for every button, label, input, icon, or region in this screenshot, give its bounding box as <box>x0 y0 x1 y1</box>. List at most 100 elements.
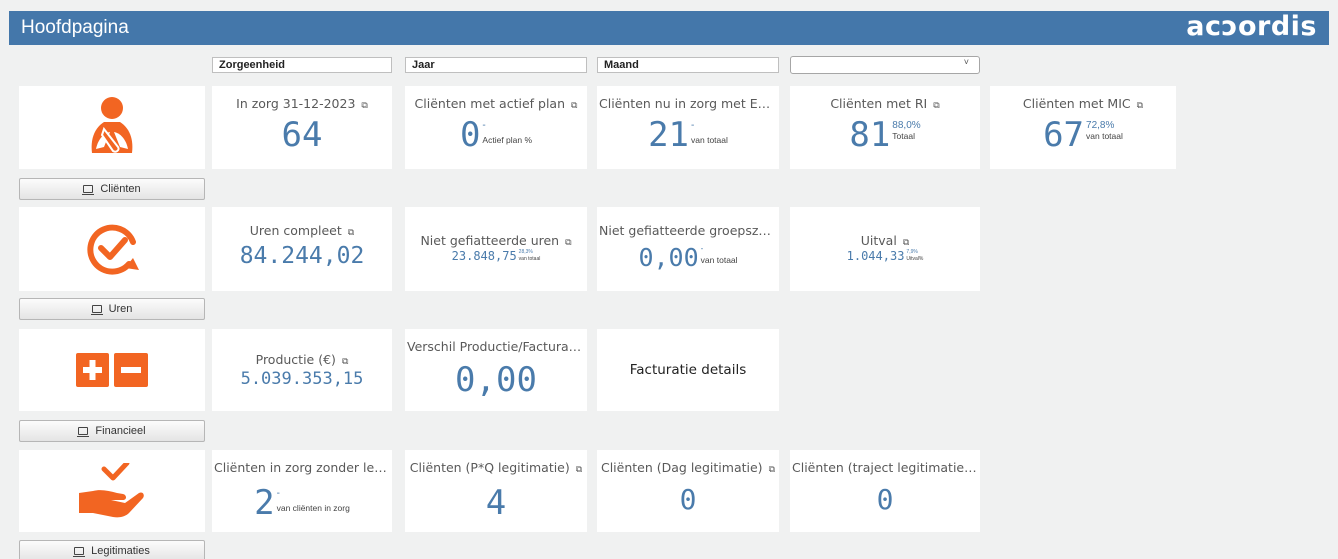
kpi-value: 0,00 <box>455 360 537 400</box>
external-link-icon[interactable]: ⧉ <box>342 357 348 367</box>
kpi-evaluatie[interactable]: Cliënten nu in zorg met Evalua... 21 - va… <box>597 86 779 169</box>
button-label: Financieel <box>95 425 146 437</box>
legitimaties-icon-card <box>19 450 205 532</box>
financieel-nav-button[interactable]: Financieel <box>19 420 205 442</box>
kpi-value: 0 <box>876 483 894 516</box>
kpi-title: Cliënten met MIC <box>1022 96 1131 111</box>
page-title: Hoofdpagina <box>21 17 129 38</box>
kpi-label: van totaal <box>700 254 738 265</box>
kpi-traject-legitimatie[interactable]: Cliënten (traject legitimatie)⧉ 0 <box>790 450 980 532</box>
kpi-title: In zorg 31-12-2023 <box>236 96 356 111</box>
external-link-icon[interactable]: ⧉ <box>571 101 577 111</box>
external-link-icon[interactable]: ⧉ <box>769 465 775 475</box>
kpi-label: van totaal <box>518 255 541 262</box>
kpi-dag-legitimatie[interactable]: Cliënten (Dag legitimatie) ⧉ 0 <box>597 450 779 532</box>
chevron-down-icon: ˅ <box>963 57 969 67</box>
kpi-title: Uitval <box>860 233 897 248</box>
sheet-icon <box>77 427 90 437</box>
filter-label: Maand <box>604 59 639 71</box>
accordis-logo: acɔordis <box>1186 11 1317 42</box>
kpi-pct: - <box>482 120 486 131</box>
kpi-value: 64 <box>281 115 323 155</box>
uren-icon-card <box>19 207 205 291</box>
kpi-value: 5.039.353,15 <box>240 369 364 389</box>
kpi-title: Verschil Productie/Facturatie ... <box>407 339 587 354</box>
kpi-value: 67 <box>1043 115 1085 155</box>
kpi-pct: - <box>276 488 280 499</box>
kpi-uitval[interactable]: Uitval ⧉ 1.044,33 7,9% Uitval% <box>790 207 980 291</box>
kpi-title: Cliënten met RI <box>830 96 928 111</box>
sheet-icon <box>73 547 86 557</box>
kpi-value: 0 <box>679 483 697 516</box>
legitimaties-nav-button[interactable]: Legitimaties <box>19 540 205 559</box>
external-link-icon[interactable]: ⧉ <box>576 465 582 475</box>
clienten-nav-button[interactable]: Cliënten <box>19 178 205 200</box>
facturatie-details-card[interactable]: Facturatie details <box>597 329 779 411</box>
filter-label: Jaar <box>412 59 435 71</box>
kpi-niet-gefiatteerde-uren[interactable]: Niet gefiatteerde uren ⧉ 23.848,75 28,3% v… <box>405 207 587 291</box>
kpi-title: Niet gefiatteerde uren <box>420 233 560 248</box>
kpi-pct: 72,8% <box>1086 120 1115 131</box>
clienten-icon-card <box>19 86 205 169</box>
kpi-title: Uren compleet <box>249 223 342 238</box>
filter-jaar[interactable]: Jaar <box>405 57 587 73</box>
kpi-pq-legitimatie[interactable]: Cliënten (P*Q legitimatie) ⧉ 4 <box>405 450 587 532</box>
kpi-title: Cliënten nu in zorg met Evalua... <box>599 96 779 111</box>
external-link-icon[interactable]: ⧉ <box>933 101 939 111</box>
kpi-value: 21 <box>648 115 690 155</box>
filter-zorgeenheid[interactable]: Zorgeenheid <box>212 57 392 73</box>
kpi-label: van totaal <box>1086 131 1123 141</box>
hand-check-icon <box>79 463 144 518</box>
kpi-title: Cliënten (Dag legitimatie) <box>600 460 763 475</box>
financieel-icon-card <box>19 329 205 411</box>
external-link-icon[interactable]: ⧉ <box>903 238 909 248</box>
kpi-ri[interactable]: Cliënten met RI ⧉ 81 88,0% Totaal <box>790 86 980 169</box>
kpi-value: 84.244,02 <box>239 243 365 269</box>
sheet-icon <box>82 185 95 195</box>
button-label: Cliënten <box>100 183 141 195</box>
filter-label: Zorgeenheid <box>219 59 286 71</box>
external-link-icon[interactable]: ⧉ <box>565 238 571 248</box>
external-link-icon[interactable]: ⧉ <box>1137 101 1143 111</box>
person-sling-icon <box>91 96 133 153</box>
kpi-label: Actief plan % <box>482 135 533 145</box>
sheet-icon <box>90 305 103 315</box>
uren-nav-button[interactable]: Uren <box>19 298 205 320</box>
kpi-value: 2 <box>254 483 275 523</box>
kpi-productie[interactable]: Productie (€) ⧉ 5.039.353,15 <box>212 329 392 411</box>
header-bar: Hoofdpagina acɔordis <box>9 11 1329 45</box>
kpi-pct: 88,0% <box>892 120 921 131</box>
plus-minus-icon <box>76 353 148 387</box>
kpi-verschil[interactable]: Verschil Productie/Facturatie ... 0,00 <box>405 329 587 411</box>
kpi-label: van cliënten in zorg <box>276 503 350 513</box>
kpi-actief-plan[interactable]: Cliënten met actief plan ⧉ 0 - Actief plan… <box>405 86 587 169</box>
kpi-groepszorg[interactable]: Niet gefiatteerde groepszorg ... 0,00 -v… <box>597 207 779 291</box>
kpi-title: Productie (€) <box>255 352 336 367</box>
kpi-value: 23.848,75 <box>451 249 517 263</box>
kpi-title: Cliënten in zorg zonder legiti... <box>214 460 392 475</box>
kpi-value: 0 <box>459 115 481 155</box>
kpi-value: 0,00 <box>638 243 699 272</box>
kpi-value: 4 <box>485 483 507 523</box>
kpi-label: Uitval% <box>906 255 924 262</box>
kpi-uren-compleet[interactable]: Uren compleet ⧉ 84.244,02 <box>212 207 392 291</box>
kpi-mic[interactable]: Cliënten met MIC ⧉ 67 72,8% van totaal <box>990 86 1176 169</box>
filter-dropdown[interactable]: ˅ <box>790 56 980 74</box>
external-link-icon[interactable]: ⧉ <box>361 101 367 111</box>
external-link-icon[interactable]: ⧉ <box>348 228 354 238</box>
facturatie-details-label: Facturatie details <box>629 362 747 378</box>
kpi-title: Cliënten met actief plan <box>414 96 566 111</box>
clock-check-icon <box>87 224 139 275</box>
filter-maand[interactable]: Maand <box>597 57 779 73</box>
kpi-label: Totaal <box>892 131 915 141</box>
button-label: Legitimaties <box>91 545 150 557</box>
kpi-zonder-legitimatie[interactable]: Cliënten in zorg zonder legiti... 2 - van… <box>212 450 392 532</box>
kpi-pct: - <box>691 120 695 131</box>
kpi-in-zorg[interactable]: In zorg 31-12-2023 ⧉ 64 <box>212 86 392 169</box>
kpi-value: 81 <box>849 115 891 155</box>
kpi-title: Cliënten (P*Q legitimatie) <box>409 460 570 475</box>
kpi-title: Niet gefiatteerde groepszorg ... <box>599 223 779 238</box>
kpi-label: van totaal <box>691 135 728 145</box>
kpi-pct: - <box>700 244 704 253</box>
kpi-title: Cliënten (traject legitimatie) <box>792 460 969 475</box>
